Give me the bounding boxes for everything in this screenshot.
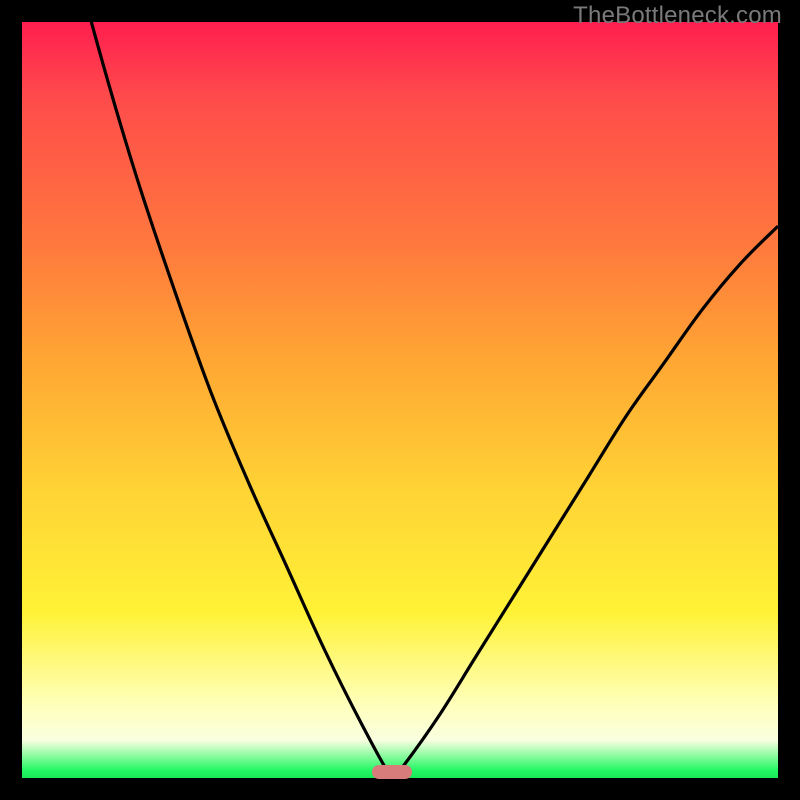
chart-wrapper: TheBottleneck.com [0,0,800,800]
bottleneck-curve [22,22,778,778]
curve-path [22,0,778,782]
optimum-marker [372,765,412,779]
watermark-text: TheBottleneck.com [573,2,782,30]
plot-area [22,22,778,778]
